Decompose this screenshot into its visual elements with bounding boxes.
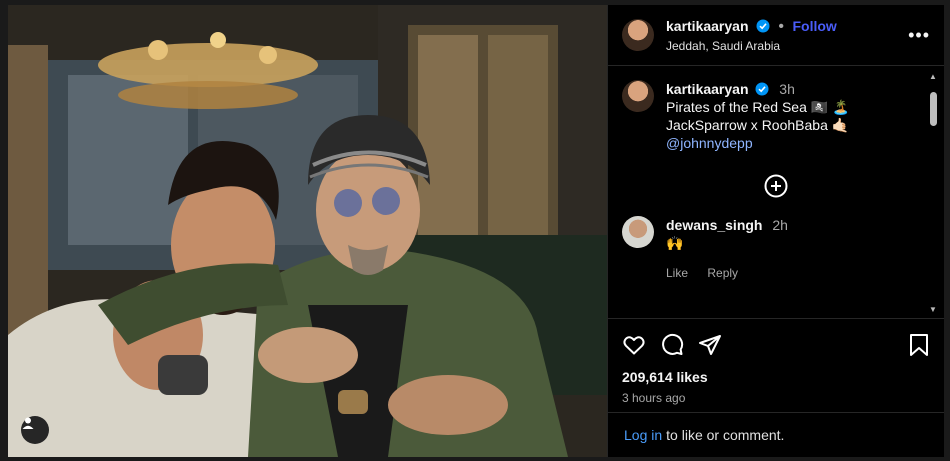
like-heart-icon[interactable] <box>622 333 646 357</box>
comments-scrollbar[interactable]: ▲ ▼ <box>928 70 938 314</box>
posted-time: 3 hours ago <box>622 391 686 405</box>
comment-text: 🙌 <box>666 235 684 251</box>
separator-dot: • <box>778 17 785 35</box>
comments-list: kartikaaryan 3h Pirates of the Red Sea 🏴… <box>608 66 944 318</box>
post-header: kartikaaryan • Follow Jeddah, Saudi Arab… <box>608 5 944 66</box>
post-header-meta: kartikaaryan • Follow Jeddah, Saudi Arab… <box>666 18 908 53</box>
login-prompt: Log in to like or comment. <box>608 412 944 457</box>
comment-time: 2h <box>772 217 788 233</box>
more-horizontal-icon[interactable]: ••• <box>908 25 930 46</box>
post-image[interactable] <box>8 5 607 457</box>
tagged-users-button[interactable] <box>21 416 49 444</box>
follow-button[interactable]: Follow <box>792 18 836 34</box>
caption-avatar[interactable] <box>622 80 654 112</box>
post-modal: kartikaaryan • Follow Jeddah, Saudi Arab… <box>8 5 944 457</box>
user-icon <box>22 417 34 429</box>
login-prompt-text: to like or comment. <box>666 427 785 443</box>
verified-badge-icon <box>756 19 770 32</box>
bookmark-save-icon[interactable] <box>908 333 930 357</box>
caption: kartikaaryan 3h Pirates of the Red Sea 🏴… <box>608 66 944 152</box>
load-more-comments-button[interactable] <box>608 174 944 198</box>
comment: dewans_singh 2h 🙌 Like Reply <box>608 198 944 282</box>
caption-username[interactable]: kartikaaryan <box>666 81 749 97</box>
username[interactable]: kartikaaryan <box>666 18 749 34</box>
comment-avatar[interactable] <box>622 216 654 248</box>
plus-circle-icon <box>764 174 788 198</box>
login-link[interactable]: Log in <box>624 427 662 443</box>
post-side-panel: kartikaaryan • Follow Jeddah, Saudi Arab… <box>607 5 944 457</box>
caption-time: 3h <box>779 81 795 97</box>
verified-badge-icon <box>755 82 769 96</box>
scroll-down-arrow-icon[interactable]: ▼ <box>929 305 937 314</box>
comment-like-button[interactable]: Like <box>666 266 688 280</box>
caption-line-2: JackSparrow x RoohBaba 🤙🏻 <box>666 117 850 133</box>
comment-actions: Like Reply <box>666 264 788 282</box>
share-paper-plane-icon[interactable] <box>698 333 722 357</box>
scrollbar-thumb[interactable] <box>930 92 937 126</box>
likes-count[interactable]: 209,614 likes <box>622 369 930 385</box>
comment-body: dewans_singh 2h 🙌 Like Reply <box>666 216 788 282</box>
caption-text: kartikaaryan 3h Pirates of the Red Sea 🏴… <box>666 80 850 152</box>
location-link[interactable]: Jeddah, Saudi Arabia <box>666 39 908 53</box>
scroll-up-arrow-icon[interactable]: ▲ <box>929 72 937 81</box>
comment-bubble-icon[interactable] <box>660 333 684 357</box>
caption-line-1: Pirates of the Red Sea 🏴‍☠️ 🏝️ <box>666 99 850 115</box>
caption-mention-link[interactable]: @johnnydepp <box>666 134 850 152</box>
comment-reply-button[interactable]: Reply <box>707 266 738 280</box>
photo-illustration <box>8 5 607 457</box>
action-icons <box>622 333 930 357</box>
comment-username[interactable]: dewans_singh <box>666 217 762 233</box>
post-actions: 209,614 likes 3 hours ago <box>608 318 944 405</box>
avatar[interactable] <box>622 19 654 51</box>
